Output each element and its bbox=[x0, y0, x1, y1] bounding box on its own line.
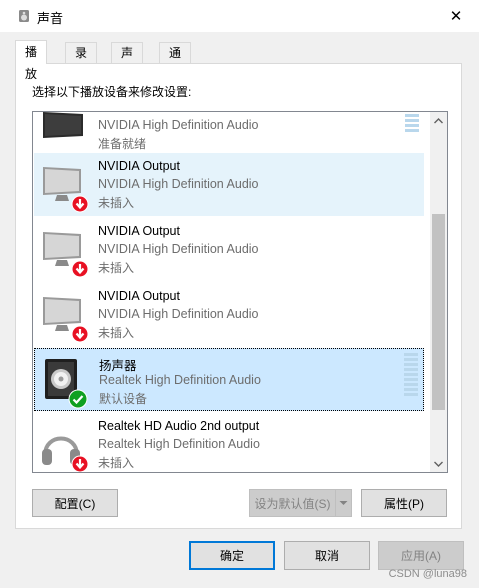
device-name: 扬声器 bbox=[99, 359, 137, 373]
cancel-button[interactable]: 取消 bbox=[284, 541, 370, 570]
tab-communications[interactable]: 通信 bbox=[159, 42, 192, 80]
scroll-down-button[interactable] bbox=[430, 455, 447, 472]
close-icon: ✕ bbox=[449, 8, 463, 25]
device-name: Realtek HD Audio 2nd output bbox=[98, 419, 260, 433]
chevron-down-icon bbox=[339, 501, 348, 505]
device-item[interactable]: NVIDIA High Definition Audio 准备就绪 bbox=[34, 112, 424, 157]
level-meter bbox=[405, 114, 419, 132]
instruction-text: 选择以下播放设备来修改设置: bbox=[32, 85, 192, 99]
device-status: 准备就绪 bbox=[98, 137, 147, 151]
tab-recording[interactable]: 录制 bbox=[65, 42, 98, 80]
device-item[interactable]: Realtek HD Audio 2nd output Realtek High… bbox=[34, 413, 424, 472]
monitor-icon bbox=[39, 112, 91, 156]
scroll-thumb[interactable] bbox=[432, 214, 445, 410]
unplugged-icon bbox=[71, 260, 89, 278]
window-title: 声音 bbox=[37, 11, 64, 26]
device-item[interactable]: NVIDIA Output NVIDIA High Definition Aud… bbox=[34, 283, 424, 346]
device-status: 未插入 bbox=[98, 456, 135, 470]
scroll-up-button[interactable] bbox=[430, 112, 447, 129]
device-status: 未插入 bbox=[98, 261, 135, 275]
unplugged-icon bbox=[71, 195, 89, 213]
device-description: Realtek High Definition Audio bbox=[98, 437, 260, 451]
device-description: NVIDIA High Definition Audio bbox=[98, 307, 259, 321]
close-button[interactable]: ✕ bbox=[433, 0, 479, 32]
vertical-scrollbar[interactable] bbox=[430, 112, 447, 472]
device-list[interactable]: NVIDIA High Definition Audio 准备就绪 NVIDIA… bbox=[32, 111, 448, 473]
device-item[interactable]: NVIDIA Output NVIDIA High Definition Aud… bbox=[34, 218, 424, 281]
device-name: NVIDIA Output bbox=[98, 224, 180, 238]
set-default-dropdown[interactable] bbox=[335, 489, 352, 517]
configure-button[interactable]: 配置(C) bbox=[32, 489, 118, 517]
title-bar: 声音 ✕ bbox=[0, 0, 479, 32]
device-name: NVIDIA Output bbox=[98, 159, 180, 173]
apply-button[interactable]: 应用(A) bbox=[378, 541, 464, 570]
device-status: 未插入 bbox=[98, 326, 135, 340]
level-meter bbox=[404, 353, 418, 396]
device-description: NVIDIA High Definition Audio bbox=[98, 177, 259, 191]
ok-button[interactable]: 确定 bbox=[189, 541, 275, 570]
device-status: 默认设备 bbox=[99, 392, 148, 406]
unplugged-icon bbox=[71, 455, 89, 472]
device-name: NVIDIA Output bbox=[98, 289, 180, 303]
device-item[interactable]: NVIDIA Output NVIDIA High Definition Aud… bbox=[34, 153, 424, 216]
device-description: NVIDIA High Definition Audio bbox=[98, 118, 259, 132]
properties-button[interactable]: 属性(P) bbox=[361, 489, 447, 517]
tab-playback[interactable]: 播放 bbox=[15, 40, 48, 81]
speaker-app-icon bbox=[19, 10, 29, 22]
chevron-down-icon bbox=[434, 461, 443, 467]
default-check-icon bbox=[68, 389, 88, 409]
device-description: NVIDIA High Definition Audio bbox=[98, 242, 259, 256]
tab-sounds[interactable]: 声音 bbox=[111, 42, 144, 80]
unplugged-icon bbox=[71, 325, 89, 343]
device-description: Realtek High Definition Audio bbox=[99, 373, 261, 387]
device-status: 未插入 bbox=[98, 196, 135, 210]
chevron-up-icon bbox=[434, 117, 443, 123]
watermark: CSDN @luna98 bbox=[388, 568, 467, 580]
set-default-button[interactable]: 设为默认值(S) bbox=[249, 489, 335, 517]
playback-panel: 选择以下播放设备来修改设置: NVIDIA High Definition Au… bbox=[15, 63, 462, 529]
device-item-selected[interactable]: 扬声器 Realtek High Definition Audio 默认设备 bbox=[34, 348, 424, 411]
